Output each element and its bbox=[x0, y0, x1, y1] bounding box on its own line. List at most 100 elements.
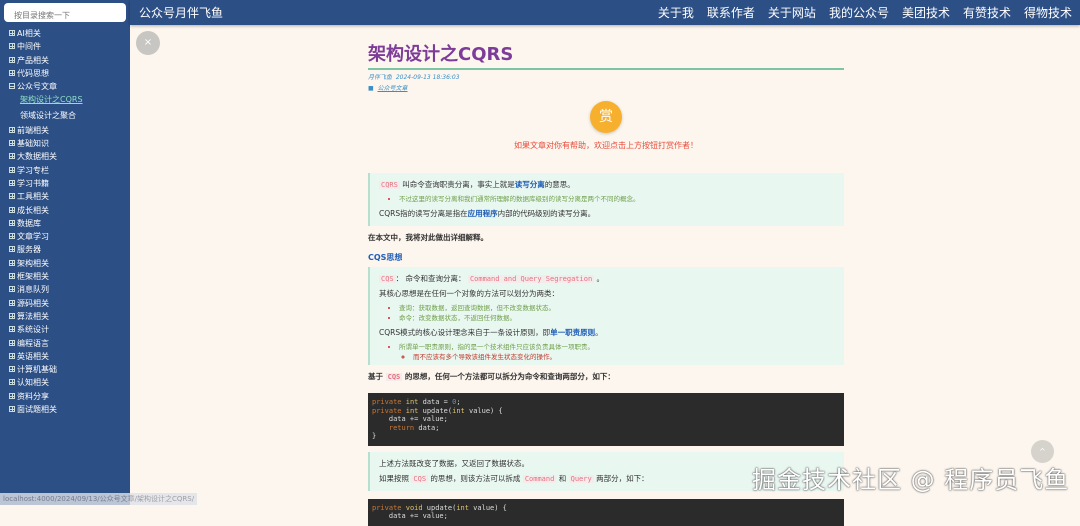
link[interactable]: 读写分离 bbox=[515, 180, 545, 189]
sidebar-item[interactable]: 资料分享 bbox=[9, 390, 83, 403]
link[interactable]: 应用程序 bbox=[468, 209, 498, 218]
text: 两部分，如下： bbox=[593, 473, 649, 483]
inline-code: Query bbox=[568, 474, 594, 483]
sidebar-item[interactable]: 架构相关 bbox=[9, 257, 83, 270]
expand-icon[interactable] bbox=[9, 273, 15, 280]
list-item: 命令：改变数据状态，不返回任何数据。 bbox=[399, 313, 835, 324]
sidebar-item[interactable]: 编程语言 bbox=[9, 337, 83, 350]
nav-wechat[interactable]: 我的公众号 bbox=[829, 4, 889, 21]
expand-icon[interactable] bbox=[9, 339, 15, 346]
nav-contact[interactable]: 联系作者 bbox=[707, 4, 755, 21]
text: 。 bbox=[595, 327, 603, 337]
sidebar-item[interactable]: 面试题相关 bbox=[9, 403, 83, 416]
sidebar-item[interactable]: 框架相关 bbox=[9, 270, 83, 283]
expand-icon[interactable] bbox=[9, 206, 15, 213]
sidebar-item-label: 基础知识 bbox=[17, 139, 49, 149]
sidebar-item[interactable]: 数据库 bbox=[9, 217, 83, 230]
sidebar-item[interactable]: 消息队列 bbox=[9, 283, 83, 296]
text: 和 bbox=[556, 473, 569, 483]
expand-icon[interactable] bbox=[9, 153, 15, 160]
nav-about-site[interactable]: 关于网站 bbox=[768, 4, 816, 21]
article: 架构设计之CQRS 月伴飞鱼 2024-09-13 18:36:03 ■ 公众号… bbox=[368, 40, 844, 526]
reward-text: 如果文章对你有帮助，欢迎点击上方按钮打赏作者！ bbox=[514, 141, 698, 150]
sidebar-item[interactable]: 公众号文章 bbox=[9, 80, 83, 93]
expand-icon[interactable] bbox=[9, 379, 15, 386]
expand-icon[interactable] bbox=[9, 219, 15, 226]
sidebar-item-label: 计算机基础 bbox=[17, 365, 57, 375]
expand-icon[interactable] bbox=[9, 406, 15, 413]
sidebar-item[interactable]: 架构设计之CQRS bbox=[9, 93, 83, 106]
sidebar-item-label: 前端相关 bbox=[17, 125, 49, 135]
sidebar-item[interactable]: 计算机基础 bbox=[9, 363, 83, 376]
expand-icon[interactable] bbox=[9, 30, 15, 36]
sidebar-item[interactable]: 算法相关 bbox=[9, 310, 83, 323]
sidebar-item-label: 数据库 bbox=[17, 218, 41, 228]
link[interactable]: 单一职责原则 bbox=[550, 328, 595, 337]
sidebar-item[interactable]: 学习书籍 bbox=[9, 177, 83, 190]
code-line: data += value; bbox=[372, 512, 448, 520]
search-input[interactable] bbox=[4, 3, 126, 22]
nav-youzan[interactable]: 有赞技术 bbox=[963, 4, 1011, 21]
expand-icon[interactable] bbox=[9, 352, 15, 359]
paragraph: 在本文中，我将对此做出详细解释。 bbox=[368, 232, 488, 242]
sidebar-item[interactable]: 产品相关 bbox=[9, 54, 83, 67]
sidebar-item-label: 认知相关 bbox=[17, 378, 49, 388]
expand-icon[interactable] bbox=[9, 166, 15, 173]
code-block: private void update(int value) { data +=… bbox=[368, 498, 844, 526]
reward-button[interactable]: 赏 bbox=[590, 101, 622, 133]
close-sidebar-button[interactable]: × bbox=[136, 31, 160, 55]
sidebar-item-label: 框架相关 bbox=[17, 272, 49, 282]
sidebar-item[interactable]: 中间件 bbox=[9, 40, 83, 53]
sidebar-item[interactable]: 服务器 bbox=[9, 243, 83, 256]
sidebar-item[interactable]: 前端相关 bbox=[9, 124, 83, 137]
author: 月伴飞鱼 bbox=[368, 74, 393, 81]
expand-icon[interactable] bbox=[9, 43, 15, 50]
sidebar-item[interactable]: 基础知识 bbox=[9, 137, 83, 150]
expand-icon[interactable] bbox=[9, 392, 15, 399]
nav-meituan[interactable]: 美团技术 bbox=[902, 4, 950, 21]
expand-icon[interactable] bbox=[9, 140, 15, 147]
article-meta: 月伴飞鱼 2024-09-13 18:36:03 bbox=[368, 72, 844, 81]
expand-icon[interactable] bbox=[9, 312, 15, 319]
sidebar-item[interactable]: 系统设计 bbox=[9, 323, 83, 336]
sidebar-item[interactable]: 认知相关 bbox=[9, 376, 83, 389]
sidebar-item[interactable]: 领域设计之聚合 bbox=[9, 107, 83, 124]
expand-icon[interactable] bbox=[9, 366, 15, 373]
expand-icon[interactable] bbox=[9, 126, 15, 133]
expand-icon[interactable] bbox=[9, 233, 15, 240]
collapse-icon[interactable] bbox=[9, 83, 15, 90]
site-brand[interactable]: 公众号月伴飞鱼 bbox=[139, 4, 223, 21]
sidebar-item-label: 英语相关 bbox=[17, 351, 49, 361]
nav-dewu[interactable]: 得物技术 bbox=[1024, 4, 1072, 21]
sidebar-item-label: 算法相关 bbox=[17, 311, 49, 321]
expand-icon[interactable] bbox=[9, 69, 15, 76]
inline-code: CQS bbox=[379, 274, 396, 283]
sidebar-item[interactable]: 文章学习 bbox=[9, 230, 83, 243]
sidebar-item[interactable]: AI相关 bbox=[9, 27, 83, 40]
expand-icon[interactable] bbox=[9, 286, 15, 293]
date: 2024-09-13 18:36:03 bbox=[395, 74, 460, 81]
expand-icon[interactable] bbox=[9, 259, 15, 266]
expand-icon[interactable] bbox=[9, 56, 15, 63]
sidebar-item[interactable]: 成长相关 bbox=[9, 204, 83, 217]
sidebar-item[interactable]: 工具相关 bbox=[9, 190, 83, 203]
inline-code: Command bbox=[522, 474, 557, 483]
sidebar-item[interactable]: 学习专栏 bbox=[9, 164, 83, 177]
sidebar-item-label: 源码相关 bbox=[17, 298, 49, 308]
text: CQRS指的读写分离是指在 bbox=[379, 208, 468, 218]
expand-icon[interactable] bbox=[9, 193, 15, 200]
sidebar-item[interactable]: 代码思想 bbox=[9, 67, 83, 80]
sidebar-item[interactable]: 源码相关 bbox=[9, 297, 83, 310]
category-link[interactable]: 公众号文章 bbox=[378, 85, 408, 92]
text: 如果按照 bbox=[379, 473, 412, 483]
expand-icon[interactable] bbox=[9, 179, 15, 186]
sidebar-item-label: 产品相关 bbox=[17, 55, 49, 65]
sidebar-item[interactable]: 英语相关 bbox=[9, 350, 83, 363]
nav-about-me[interactable]: 关于我 bbox=[658, 4, 694, 21]
expand-icon[interactable] bbox=[9, 299, 15, 306]
expand-icon[interactable] bbox=[9, 246, 15, 253]
article-category: ■ 公众号文章 bbox=[368, 83, 844, 92]
expand-icon[interactable] bbox=[9, 326, 15, 333]
sidebar-item[interactable]: 大数据相关 bbox=[9, 150, 83, 163]
section-heading: CQS思想 bbox=[368, 252, 403, 262]
